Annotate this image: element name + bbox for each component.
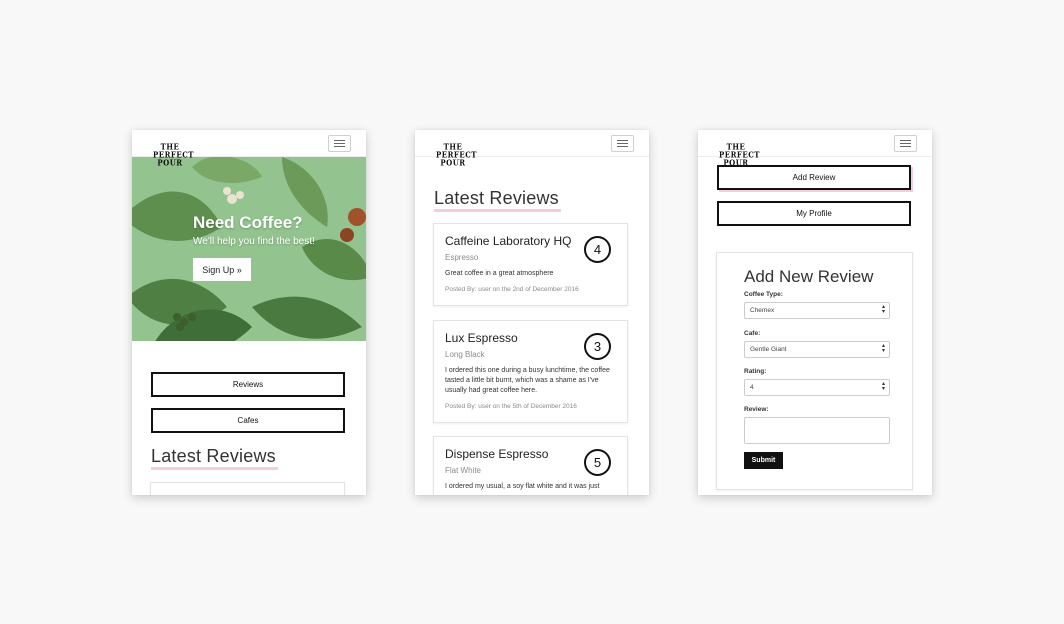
review-card-partial[interactable]	[150, 482, 345, 495]
cafe-select[interactable]: Gentle Giant ▴ ▾	[744, 341, 890, 358]
review-text: Great coffee in a great atmosphere	[445, 270, 554, 277]
submit-button[interactable]: Submit	[744, 452, 783, 469]
review-coffee-type: Long Black	[445, 350, 485, 359]
review-coffee-type: Flat White	[445, 466, 482, 475]
cafe-label: Cafe:	[744, 330, 761, 337]
review-textarea[interactable]	[744, 417, 890, 444]
phone-add-review-screen: Add Review My Profile THE PERFECT POUR A…	[698, 130, 932, 495]
reviews-button[interactable]: Reviews	[151, 372, 345, 397]
review-meta: Posted By: user on the 5th of December 2…	[445, 403, 577, 410]
hamburger-menu-button[interactable]	[611, 135, 634, 152]
hero-banner: Need Coffee? We'll help you find the bes…	[132, 157, 366, 341]
section-title: Latest Reviews	[434, 188, 559, 208]
title-underline	[434, 209, 561, 212]
my-profile-button[interactable]: My Profile	[717, 201, 911, 226]
select-arrows-icon: ▴ ▾	[881, 304, 885, 315]
title-underline	[151, 467, 278, 470]
logo[interactable]: THE PERFECT POUR	[719, 142, 760, 166]
sign-up-button[interactable]: Sign Up »	[193, 258, 251, 281]
hero-title: Need Coffee?	[193, 213, 303, 232]
review-cafe-name: Dispense Espresso	[445, 447, 549, 461]
rating-label: Rating:	[744, 368, 767, 375]
cafes-button[interactable]: Cafes	[151, 408, 345, 433]
hero-subtitle: We'll help you find the best!	[193, 236, 315, 247]
review-label: Review:	[744, 406, 769, 413]
rating-badge: 4	[584, 236, 611, 263]
coffee-type-label: Coffee Type:	[744, 291, 783, 298]
review-meta: Posted By: user on the 2nd of December 2…	[445, 286, 579, 293]
rating-select[interactable]: 4 ▴ ▾	[744, 379, 890, 396]
coffee-type-select[interactable]: Chemex ▴ ▾	[744, 302, 890, 319]
logo[interactable]: THE PERFECT POUR	[153, 142, 194, 166]
section-title: Latest Reviews	[151, 446, 276, 466]
phone-reviews-screen: THE PERFECT POUR Latest Reviews Caffeine…	[415, 130, 649, 495]
review-text: I ordered this one during a busy lunchti…	[445, 367, 610, 394]
hamburger-menu-button[interactable]	[328, 135, 351, 152]
rating-badge: 3	[584, 333, 611, 360]
select-arrows-icon: ▴ ▾	[881, 343, 885, 354]
review-text: I ordered my usual, a soy flat white and…	[445, 483, 600, 490]
review-coffee-type: Espresso	[445, 253, 479, 262]
rating-badge: 5	[584, 449, 611, 476]
logo[interactable]: THE PERFECT POUR	[436, 142, 477, 166]
phone-home-screen: Need Coffee? We'll help you find the bes…	[132, 130, 366, 495]
review-card[interactable]: Dispense Espresso Flat White I ordered m…	[433, 436, 628, 495]
review-card[interactable]: Caffeine Laboratory HQ Espresso Great co…	[433, 223, 628, 306]
form-title: Add New Review	[744, 267, 874, 286]
review-cafe-name: Caffeine Laboratory HQ	[445, 234, 572, 248]
select-arrows-icon: ▴ ▾	[881, 381, 885, 392]
review-card[interactable]: Lux Espresso Long Black I ordered this o…	[433, 320, 628, 423]
add-review-button[interactable]: Add Review	[717, 165, 911, 190]
coffee-plant-illustration	[132, 157, 366, 341]
hamburger-menu-button[interactable]	[894, 135, 917, 152]
review-cafe-name: Lux Espresso	[445, 331, 518, 345]
add-review-form: Add New Review Coffee Type: Chemex ▴ ▾ Ca…	[716, 252, 913, 490]
